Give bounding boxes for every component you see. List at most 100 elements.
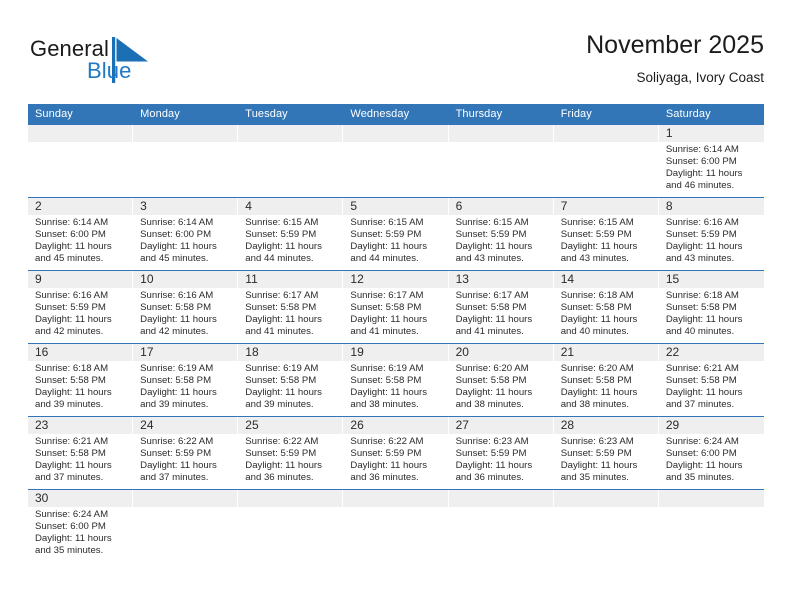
sunrise-text: Sunrise: 6:21 AM — [665, 363, 739, 374]
week-row: 2 Sunrise: 6:14 AM Sunset: 6:00 PM Dayli… — [28, 197, 764, 271]
day-details — [659, 507, 764, 509]
sunset-text: Sunset: 5:58 PM — [140, 375, 212, 387]
daylight-text-line1: Daylight: 11 hours — [455, 460, 533, 472]
day-cell[interactable]: 16 Sunrise: 6:18 AM Sunset: 5:58 PM Dayl… — [28, 344, 134, 417]
sunrise-text: Sunrise: 6:22 AM — [140, 436, 214, 447]
sunrise-text: Sunrise: 6:18 AM — [665, 290, 739, 301]
day-cell[interactable]: 22 Sunrise: 6:21 AM Sunset: 5:58 PM Dayl… — [658, 344, 764, 417]
day-cell[interactable] — [343, 490, 449, 569]
sunrise-text: Sunrise: 6:17 AM — [245, 290, 319, 301]
page-subtitle: Soliyaga, Ivory Coast — [636, 70, 764, 85]
sunset-text: Sunset: 6:00 PM — [35, 521, 106, 533]
sunset-text: Sunset: 6:00 PM — [35, 229, 106, 241]
day-details — [133, 142, 238, 144]
day-cell[interactable]: 1 Sunrise: 6:14 AM Sunset: 6:00 PM Dayli… — [658, 125, 764, 198]
day-cell[interactable]: 30 Sunrise: 6:24 AM Sunset: 6:00 PM Dayl… — [28, 490, 134, 569]
day-cell[interactable] — [448, 125, 554, 198]
day-cell[interactable] — [238, 490, 344, 569]
day-cell[interactable]: 6 Sunrise: 6:15 AM Sunset: 5:59 PM Dayli… — [448, 198, 554, 271]
daylight-text-line1: Daylight: 11 hours — [665, 387, 743, 399]
daylight-text-line2: and 35 minutes. — [665, 472, 735, 484]
day-cell[interactable]: 15 Sunrise: 6:18 AM Sunset: 5:58 PM Dayl… — [658, 271, 764, 344]
day-cell[interactable]: 26 Sunrise: 6:22 AM Sunset: 5:59 PM Dayl… — [343, 417, 449, 490]
day-cell[interactable]: 14 Sunrise: 6:18 AM Sunset: 5:58 PM Dayl… — [553, 271, 659, 344]
day-cell[interactable]: 7 Sunrise: 6:15 AM Sunset: 5:59 PM Dayli… — [553, 198, 659, 271]
day-cell[interactable] — [343, 125, 449, 198]
day-cell[interactable]: 27 Sunrise: 6:23 AM Sunset: 5:59 PM Dayl… — [448, 417, 554, 490]
daylight-text-line2: and 42 minutes. — [140, 326, 209, 338]
day-cell[interactable] — [448, 490, 554, 569]
day-number: 23 — [28, 417, 134, 434]
day-cell[interactable]: 8 Sunrise: 6:16 AM Sunset: 5:59 PM Dayli… — [658, 198, 764, 271]
day-cell[interactable]: 3 Sunrise: 6:14 AM Sunset: 6:00 PM Dayli… — [133, 198, 239, 271]
day-details: Sunrise: 6:20 AM Sunset: 5:58 PM Dayligh… — [449, 361, 554, 411]
day-number: 7 — [553, 198, 659, 215]
sunset-text: Sunset: 5:59 PM — [665, 229, 737, 241]
daylight-text-line1: Daylight: 11 hours — [350, 387, 428, 399]
day-cell[interactable]: 23 Sunrise: 6:21 AM Sunset: 5:58 PM Dayl… — [28, 417, 134, 490]
sunset-text: Sunset: 5:58 PM — [245, 375, 317, 387]
sunset-text: Sunset: 5:59 PM — [140, 448, 212, 460]
sunset-text: Sunset: 5:59 PM — [455, 229, 527, 241]
day-number: 17 — [133, 344, 239, 361]
day-number: 22 — [658, 344, 764, 361]
day-cell[interactable] — [133, 125, 239, 198]
sunset-text: Sunset: 5:58 PM — [455, 302, 527, 314]
day-number: 26 — [343, 417, 449, 434]
daylight-text-line2: and 41 minutes. — [350, 326, 419, 338]
day-number: 2 — [28, 198, 134, 215]
sunrise-text: Sunrise: 6:19 AM — [350, 363, 424, 374]
day-cell[interactable]: 20 Sunrise: 6:20 AM Sunset: 5:58 PM Dayl… — [448, 344, 554, 417]
sunrise-text: Sunrise: 6:22 AM — [245, 436, 319, 447]
day-cell[interactable] — [28, 125, 134, 198]
day-cell[interactable]: 9 Sunrise: 6:16 AM Sunset: 5:59 PM Dayli… — [28, 271, 134, 344]
sunrise-text: Sunrise: 6:14 AM — [140, 217, 214, 228]
daylight-text-line2: and 45 minutes. — [140, 253, 209, 265]
daylight-text-line2: and 40 minutes. — [560, 326, 629, 338]
sunrise-text: Sunrise: 6:15 AM — [245, 217, 319, 228]
day-cell[interactable]: 28 Sunrise: 6:23 AM Sunset: 5:59 PM Dayl… — [553, 417, 659, 490]
day-cell[interactable] — [238, 125, 344, 198]
day-cell[interactable]: 10 Sunrise: 6:16 AM Sunset: 5:58 PM Dayl… — [133, 271, 239, 344]
day-number: 24 — [133, 417, 239, 434]
day-cell[interactable] — [658, 490, 764, 569]
day-cell[interactable] — [553, 125, 659, 198]
day-number: 10 — [133, 271, 239, 288]
day-cell[interactable]: 17 Sunrise: 6:19 AM Sunset: 5:58 PM Dayl… — [133, 344, 239, 417]
day-cell[interactable] — [553, 490, 659, 569]
sunset-text: Sunset: 5:59 PM — [560, 229, 632, 241]
day-cell[interactable]: 4 Sunrise: 6:15 AM Sunset: 5:59 PM Dayli… — [238, 198, 344, 271]
day-cell[interactable]: 29 Sunrise: 6:24 AM Sunset: 6:00 PM Dayl… — [658, 417, 764, 490]
day-cell[interactable]: 19 Sunrise: 6:19 AM Sunset: 5:58 PM Dayl… — [343, 344, 449, 417]
day-details: Sunrise: 6:19 AM Sunset: 5:58 PM Dayligh… — [238, 361, 343, 411]
weekday-header-friday: Friday — [553, 104, 659, 125]
day-details — [449, 507, 554, 509]
day-cell[interactable]: 18 Sunrise: 6:19 AM Sunset: 5:58 PM Dayl… — [238, 344, 344, 417]
daylight-text-line1: Daylight: 11 hours — [560, 314, 638, 326]
daylight-text-line2: and 37 minutes. — [665, 399, 735, 411]
day-cell[interactable]: 21 Sunrise: 6:20 AM Sunset: 5:58 PM Dayl… — [553, 344, 659, 417]
day-cell[interactable]: 5 Sunrise: 6:15 AM Sunset: 5:59 PM Dayli… — [343, 198, 449, 271]
weekday-header-sunday: Sunday — [28, 104, 134, 125]
daylight-text-line2: and 40 minutes. — [665, 326, 735, 338]
sunrise-text: Sunrise: 6:16 AM — [665, 217, 739, 228]
general-blue-logo[interactable]: General Blue — [30, 36, 200, 94]
day-number: 1 — [658, 125, 764, 142]
day-details: Sunrise: 6:22 AM Sunset: 5:59 PM Dayligh… — [343, 434, 448, 484]
sunrise-text: Sunrise: 6:15 AM — [350, 217, 424, 228]
daylight-text-line2: and 35 minutes. — [560, 472, 629, 484]
day-cell[interactable] — [133, 490, 239, 569]
day-number: 18 — [238, 344, 344, 361]
day-cell[interactable]: 13 Sunrise: 6:17 AM Sunset: 5:58 PM Dayl… — [448, 271, 554, 344]
day-cell[interactable]: 12 Sunrise: 6:17 AM Sunset: 5:58 PM Dayl… — [343, 271, 449, 344]
day-cell[interactable]: 24 Sunrise: 6:22 AM Sunset: 5:59 PM Dayl… — [133, 417, 239, 490]
daylight-text-line1: Daylight: 11 hours — [245, 460, 322, 472]
sunrise-text: Sunrise: 6:17 AM — [455, 290, 529, 301]
day-cell[interactable]: 2 Sunrise: 6:14 AM Sunset: 6:00 PM Dayli… — [28, 198, 134, 271]
day-cell[interactable]: 11 Sunrise: 6:17 AM Sunset: 5:58 PM Dayl… — [238, 271, 344, 344]
daylight-text-line2: and 36 minutes. — [455, 472, 524, 484]
day-number: 6 — [448, 198, 554, 215]
week-row: 23 Sunrise: 6:21 AM Sunset: 5:58 PM Dayl… — [28, 416, 764, 490]
day-cell[interactable]: 25 Sunrise: 6:22 AM Sunset: 5:59 PM Dayl… — [238, 417, 344, 490]
day-number: 5 — [343, 198, 449, 215]
